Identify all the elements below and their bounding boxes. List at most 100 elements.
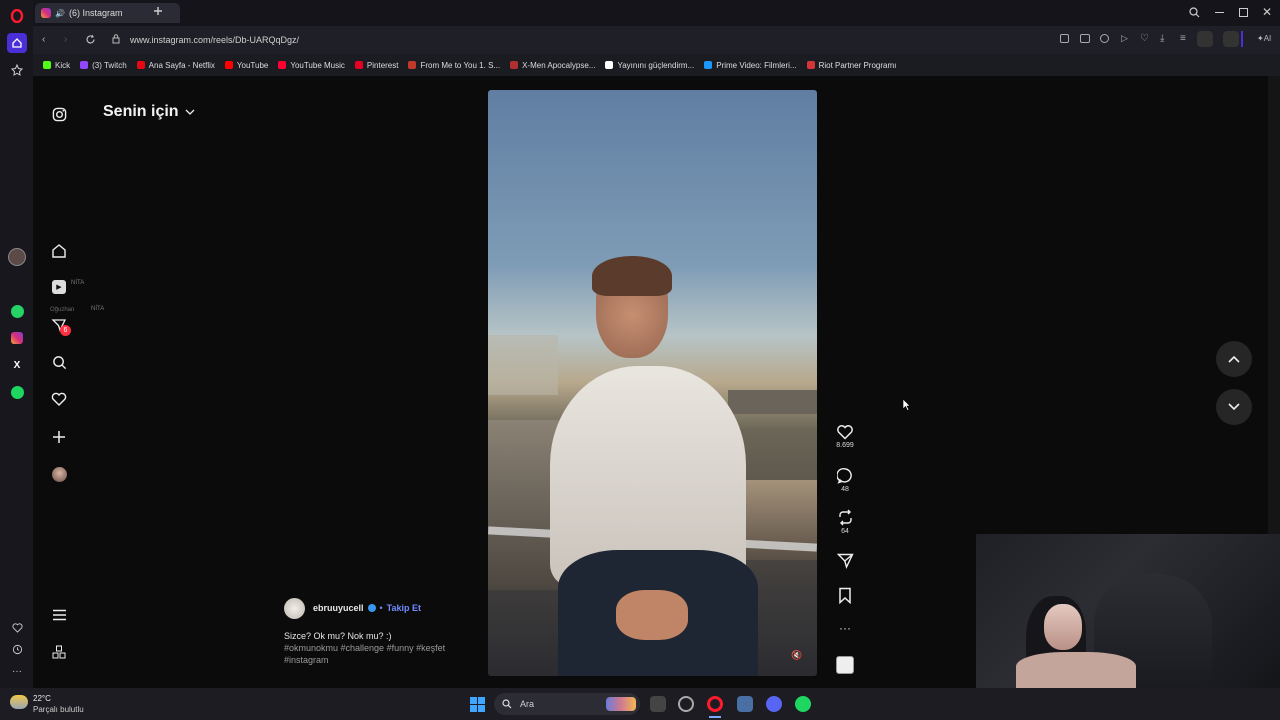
comment-action[interactable]: 48 [833,467,857,493]
bookmark-item[interactable]: Yayınını güçlendirm... [605,61,694,70]
author-row: ebruuyucell • Takip Et [313,603,422,613]
repost-icon [838,509,852,526]
play-icon[interactable]: ▷ [1121,33,1128,44]
active-indicator [709,716,721,718]
bookmark-favicon-icon [510,61,519,69]
search-nav-icon[interactable] [50,353,68,371]
ai-icon[interactable]: ✦AI [1257,34,1271,43]
sidebar-hint: NİTA [91,306,105,312]
spotify-icon[interactable] [795,696,811,712]
instagram-icon[interactable] [7,328,27,348]
minimize-icon[interactable] [1215,12,1224,13]
forward-icon[interactable]: › [64,34,67,45]
audio-thumbnail[interactable] [836,656,854,674]
bookmark-favicon-icon [43,61,51,69]
bookmark-item[interactable]: Pinterest [354,61,398,70]
notifications-heart-icon[interactable] [50,390,68,408]
mute-icon[interactable]: 🔇 [791,650,802,661]
download-icon[interactable]: ⤓ [1160,33,1164,44]
opera-logo-icon[interactable] [7,6,27,26]
back-icon[interactable]: ‹ [42,34,45,45]
person-hands [616,590,688,640]
bookmark-item[interactable]: Prime Video: Filmleri... [704,61,797,70]
bookmark-label: X-Men Apocalypse... [522,60,596,70]
previous-reel-button[interactable] [1216,341,1252,377]
close-icon[interactable]: ✕ [1262,5,1272,19]
whatsapp-icon[interactable] [7,301,27,321]
shield-icon[interactable] [1100,34,1109,43]
divider [1241,31,1243,47]
speaker-icon[interactable]: 🔊 [55,9,65,18]
bookmark-item[interactable]: Riot Partner Programı [806,61,896,70]
instagram-logo-icon[interactable] [50,105,68,123]
weather-temp[interactable]: 22°C [33,694,51,703]
repost-action[interactable]: 64 [833,509,857,535]
reel-video[interactable]: 🔇 [488,90,817,676]
extension-icon[interactable] [1223,31,1239,47]
home-icon[interactable] [7,33,27,53]
bookmark-favicon-icon [605,61,614,69]
url-field[interactable]: www.instagram.com/reels/Db-UARQqDgz/ [130,35,299,45]
sidebar-hint: NİTA [71,280,85,286]
author-name[interactable]: ebruuyucell [313,603,364,613]
search-icon [502,699,512,709]
new-tab-icon[interactable] [153,6,163,16]
bookmark-item[interactable]: (3) Twitch [80,61,127,70]
more-options-icon[interactable]: ··· [833,621,857,635]
more-apps-icon[interactable] [50,643,68,661]
create-plus-icon[interactable] [50,428,68,446]
restore-icon[interactable] [1239,8,1248,17]
profile-avatar[interactable] [50,465,68,483]
bookmarks-bar: Kick (3) Twitch Ana Sayfa - Netflix YouTube… [33,54,1280,76]
task-view-icon[interactable] [650,696,666,712]
bookmark-item[interactable]: YouTube [224,61,268,70]
game-icon[interactable] [737,696,753,712]
bookmark-item[interactable]: From Me to You 1. S... [408,61,500,70]
spotify-icon[interactable] [7,382,27,402]
opera-gx-icon[interactable] [678,696,694,712]
bookmark-favicon-icon [704,61,713,69]
chevron-down-icon [185,109,195,115]
address-bar: ‹ › www.instagram.com/reels/Db-UARQqDgz/… [33,26,1280,54]
reels-nav-icon[interactable]: ▶ [50,278,68,296]
search-icon[interactable] [1189,7,1200,18]
menu-icon[interactable]: ≡ [1180,33,1186,44]
bookmark-item[interactable]: Kick [43,61,70,70]
like-action[interactable]: 8.699 [833,424,857,449]
weather-icon[interactable] [10,695,28,709]
edit-icon[interactable] [1060,34,1069,43]
windows-start-icon[interactable] [470,697,485,712]
discord-icon[interactable] [766,696,782,712]
share-action[interactable] [833,552,857,571]
home-nav-icon[interactable] [50,242,68,260]
history-icon[interactable] [7,639,27,659]
bookmark-item[interactable]: Ana Sayfa - Netflix [136,61,215,70]
repost-count: 64 [841,528,849,535]
bookmark-item[interactable]: X-Men Apocalypse... [510,61,595,70]
taskbar-search-input[interactable]: Ara [494,693,640,715]
heart-icon[interactable] [7,618,27,638]
feed-title[interactable]: Senin için [103,103,195,121]
reload-icon[interactable] [85,34,96,45]
star-icon[interactable] [7,60,27,80]
hamburger-menu-icon[interactable] [50,606,68,624]
share-icon [836,553,854,569]
author-avatar[interactable] [284,598,305,619]
next-reel-button[interactable] [1216,389,1252,425]
heart-outline-icon[interactable]: ♡ [1140,33,1149,44]
bookmark-item[interactable]: YouTube Music [278,61,345,70]
hashtags-line[interactable]: #instagram [284,655,329,665]
avatar[interactable] [7,247,27,267]
chevron-down-icon [1228,403,1240,411]
follow-button[interactable]: Takip Et [387,603,421,613]
x-icon[interactable]: X [7,355,27,375]
camera-icon[interactable] [1080,34,1090,43]
bookmark-favicon-icon [224,61,233,69]
hashtags-line[interactable]: #okmunokmu #challenge #funny #keşfet [284,643,445,653]
save-action[interactable] [833,587,857,606]
lock-icon[interactable] [112,34,120,44]
profile-icon[interactable] [1197,31,1213,47]
bookmark-label: From Me to You 1. S... [420,60,501,70]
opera-icon[interactable] [707,696,723,712]
more-icon[interactable]: ··· [7,661,27,681]
